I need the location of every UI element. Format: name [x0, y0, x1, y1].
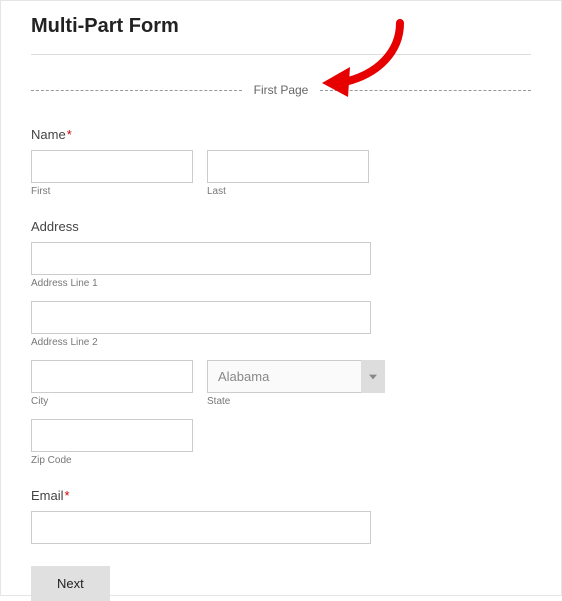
email-label-text: Email [31, 488, 64, 503]
required-mark: * [65, 488, 70, 503]
email-label: Email* [31, 488, 531, 503]
first-name-sublabel: First [31, 186, 193, 197]
required-mark: * [67, 127, 72, 142]
address-line2-sublabel: Address Line 2 [31, 337, 371, 348]
name-field-group: Name* First Last [31, 127, 531, 197]
page-title: Multi-Part Form [31, 15, 531, 38]
city-sublabel: City [31, 396, 193, 407]
page-break-label: First Page [242, 83, 321, 97]
email-input[interactable] [31, 511, 371, 544]
form-container: Multi-Part Form First Page Name* First L… [0, 0, 562, 596]
address-label: Address [31, 219, 531, 234]
zip-sublabel: Zip Code [31, 455, 193, 466]
email-field-group: Email* [31, 488, 531, 544]
address-field-group: Address Address Line 1 Address Line 2 Ci… [31, 219, 531, 466]
city-input[interactable] [31, 360, 193, 393]
state-select[interactable]: Alabama [207, 360, 385, 393]
address-line1-input[interactable] [31, 242, 371, 275]
last-name-input[interactable] [207, 150, 369, 183]
name-label-text: Name [31, 127, 66, 142]
address-line2-input[interactable] [31, 301, 371, 334]
last-name-sublabel: Last [207, 186, 369, 197]
zip-input[interactable] [31, 419, 193, 452]
address-line1-sublabel: Address Line 1 [31, 278, 371, 289]
divider [31, 54, 531, 55]
state-sublabel: State [207, 396, 385, 407]
page-break-indicator: First Page [31, 83, 531, 97]
name-label: Name* [31, 127, 531, 142]
first-name-input[interactable] [31, 150, 193, 183]
